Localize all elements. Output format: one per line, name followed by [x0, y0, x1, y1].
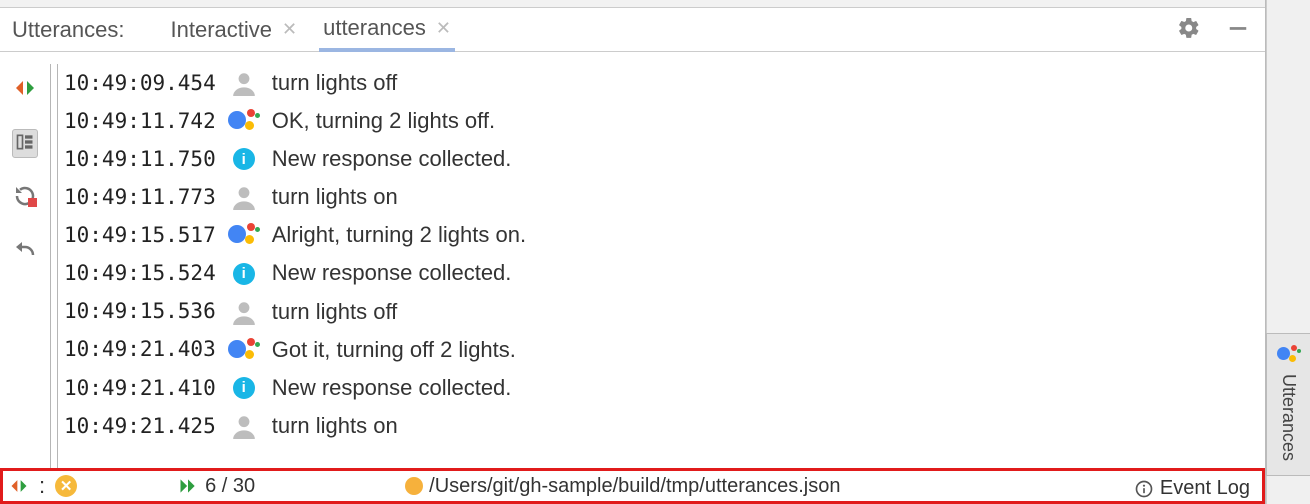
rail-tab-label: Utterances: [1278, 374, 1299, 461]
log-text: turn lights off: [272, 295, 398, 329]
timestamp: 10:49:11.773: [64, 181, 216, 214]
log-text: turn lights on: [272, 409, 398, 443]
tab-label: Interactive: [171, 17, 273, 43]
step-arrows-icon[interactable]: [13, 76, 37, 103]
tab-interactive[interactable]: Interactive ✕: [167, 8, 302, 51]
log-row: 10:49:21.425 turn lights on: [64, 407, 1265, 445]
utterances-panel: Utterances: Interactive ✕ utterances ✕: [0, 0, 1266, 504]
file-path: /Users/git/gh-sample/build/tmp/utterance…: [429, 475, 840, 498]
file-path-segment: /Users/git/gh-sample/build/tmp/utterance…: [405, 475, 840, 498]
status-bar: : ✕ 6 / 30 /Users/git/gh-sample/build/tm…: [0, 468, 1265, 504]
timestamp: 10:49:21.403: [64, 333, 216, 366]
log-text: turn lights on: [272, 180, 398, 214]
status-separator: :: [39, 473, 45, 499]
user-icon: [228, 68, 260, 98]
timestamp: 10:49:21.410: [64, 372, 216, 405]
timestamp: 10:49:15.517: [64, 219, 216, 252]
log-gutter: [50, 64, 58, 468]
side-toolbar: [0, 52, 50, 468]
event-log-button[interactable]: Event Log: [1126, 473, 1258, 504]
right-rail: Utterances: [1266, 0, 1310, 504]
timestamp: 10:49:15.524: [64, 257, 216, 290]
log-text: New response collected.: [272, 142, 512, 176]
log-row: 10:49:15.536 turn lights off: [64, 293, 1265, 331]
status-dot-icon: [405, 477, 423, 495]
minimize-icon[interactable]: [1223, 13, 1253, 46]
panel-top-separator: [0, 0, 1265, 8]
layout-icon[interactable]: [12, 129, 38, 158]
log-row: 10:49:21.410 i New response collected.: [64, 369, 1265, 407]
tab-utterances[interactable]: utterances ✕: [319, 9, 455, 52]
rail-tab-utterances[interactable]: Utterances: [1266, 333, 1310, 476]
close-icon[interactable]: ✕: [282, 19, 297, 40]
info-icon: i: [228, 259, 260, 289]
play-icon: [177, 476, 199, 496]
user-icon: [228, 297, 260, 327]
assistant-icon: [228, 220, 260, 250]
assistant-icon: [228, 106, 260, 136]
timestamp: 10:49:09.454: [64, 67, 216, 100]
assistant-icon: [228, 335, 260, 365]
log-row: 10:49:09.454 turn lights off: [64, 64, 1265, 102]
log-list: 10:49:09.454 turn lights off 10:49:11.742 O…: [64, 64, 1265, 468]
log-row: 10:49:11.773 turn lights on: [64, 178, 1265, 216]
log-text: Alright, turning 2 lights on.: [272, 218, 526, 252]
log-text: New response collected.: [272, 371, 512, 405]
log-text: turn lights off: [272, 66, 398, 100]
error-badge-icon[interactable]: ✕: [55, 475, 77, 497]
log-row: 10:49:21.403 Got it, turning off 2 lights…: [64, 331, 1265, 369]
timestamp: 10:49:11.750: [64, 143, 216, 176]
info-icon: i: [228, 144, 260, 174]
log-row: 10:49:15.517 Alright, turning 2 lights on…: [64, 216, 1265, 254]
info-icon: i: [228, 373, 260, 403]
restart-icon[interactable]: [13, 184, 37, 211]
user-icon: [228, 182, 260, 212]
gear-icon[interactable]: [1173, 12, 1205, 47]
assistant-icon: [1277, 344, 1301, 366]
timestamp: 10:49:11.742: [64, 105, 216, 138]
event-log-icon: [1134, 479, 1154, 499]
close-icon[interactable]: ✕: [436, 18, 451, 39]
run-progress: 6 / 30: [177, 475, 255, 498]
timestamp: 10:49:21.425: [64, 410, 216, 443]
step-arrows-icon[interactable]: [9, 476, 29, 496]
log-text: Got it, turning off 2 lights.: [272, 333, 516, 367]
undo-icon[interactable]: [13, 237, 37, 264]
log-text: OK, turning 2 lights off.: [272, 104, 495, 138]
log-text: New response collected.: [272, 256, 512, 290]
user-icon: [228, 411, 260, 441]
timestamp: 10:49:15.536: [64, 295, 216, 328]
event-log-label: Event Log: [1160, 477, 1250, 500]
log-row: 10:49:15.524 i New response collected.: [64, 254, 1265, 292]
tab-label: utterances: [323, 15, 426, 41]
progress-text: 6 / 30: [205, 475, 255, 498]
log-row: 10:49:11.750 i New response collected.: [64, 140, 1265, 178]
log-row: 10:49:11.742 OK, turning 2 lights off.: [64, 102, 1265, 140]
tabs-row: Utterances: Interactive ✕ utterances ✕: [0, 8, 1265, 52]
panel-title: Utterances:: [12, 17, 125, 43]
